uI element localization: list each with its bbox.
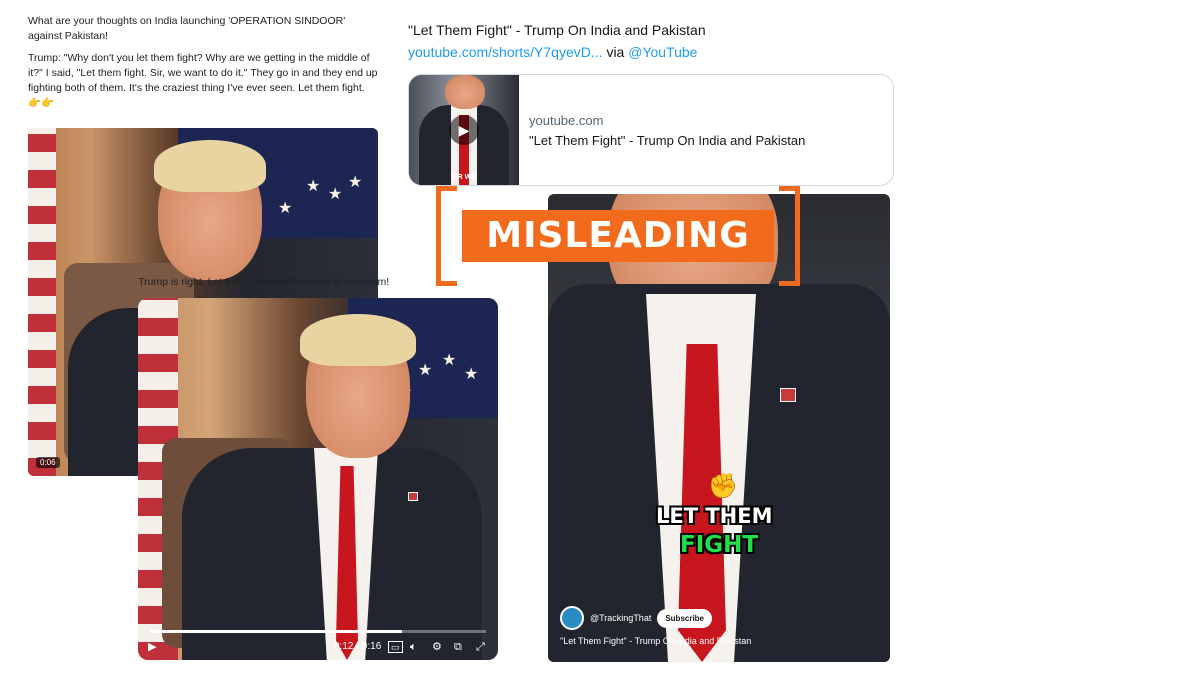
short-video-title: "Let Them Fight" - Trump On India and Pa… [560, 636, 752, 646]
link-preview-card[interactable]: ▶ SIR WE youtube.com "Let Them Fight" - … [408, 74, 894, 186]
video-progress-fill [150, 630, 402, 633]
stamp-label: MISLEADING [462, 210, 774, 262]
tweet-question: What are your thoughts on India launchin… [28, 15, 346, 42]
video-timestamp: 0:06 [36, 457, 60, 468]
middle-post-video[interactable]: ★ ★ ★ ★ ▶ 0:12 / 0:16 ▭ 🔈︎ ⚙ ⧉ ⤢ [138, 298, 498, 660]
video-controls: ▶ 0:12 / 0:16 ▭ 🔈︎ ⚙ ⧉ ⤢ [138, 630, 498, 660]
volume-icon[interactable]: 🔈︎ [410, 641, 417, 653]
thumbnail-caption: SIR WE [451, 174, 476, 181]
card-title: "Let Them Fight" - Trump On India and Pa… [529, 133, 806, 148]
fist-icon: ✊ [708, 473, 738, 500]
stamp-bracket-left [436, 186, 457, 286]
channel-info: @TrackingThat Subscribe [560, 606, 713, 630]
subscribe-button[interactable]: Subscribe [657, 608, 713, 628]
flag-pin [780, 388, 796, 402]
overlay-caption-line2: FIGHT [680, 532, 759, 558]
video-progress-bar[interactable] [150, 630, 486, 633]
card-thumbnail: ▶ SIR WE [409, 75, 519, 185]
youtube-link[interactable]: youtube.com/shorts/Y7qyevD... [408, 44, 603, 60]
play-icon[interactable]: ▶ [148, 641, 156, 653]
tweet-quote: Trump: "Why don't you let them fight? Wh… [28, 52, 378, 109]
fullscreen-icon[interactable]: ⤢ [476, 641, 485, 653]
overlay-caption-line1: LET THEM [656, 504, 773, 528]
pointing-emoji: 👉👉 [28, 97, 55, 109]
channel-avatar[interactable] [560, 606, 584, 630]
channel-name[interactable]: @TrackingThat [590, 613, 651, 623]
flag-pin [408, 492, 418, 501]
misleading-stamp: MISLEADING [436, 186, 800, 286]
right-tweet: "Let Them Fight" - Trump On India and Pa… [408, 22, 706, 60]
right-tweet-text: "Let Them Fight" - Trump On India and Pa… [408, 22, 706, 38]
card-domain: youtube.com [529, 113, 604, 128]
play-icon[interactable]: ▶ [449, 115, 479, 145]
middle-post-caption: Trump is right. Let India cleanse Pakist… [138, 276, 390, 288]
video-time: 0:12 / 0:16 [334, 641, 382, 652]
settings-icon[interactable]: ⚙ [432, 641, 442, 653]
via-text: via [606, 44, 625, 60]
captions-icon[interactable]: ▭ [388, 641, 403, 653]
popout-icon[interactable]: ⧉ [454, 641, 462, 653]
youtube-mention[interactable]: @YouTube [628, 44, 697, 60]
left-tweet: What are your thoughts on India launchin… [28, 14, 378, 118]
stamp-bracket-right [779, 186, 800, 286]
